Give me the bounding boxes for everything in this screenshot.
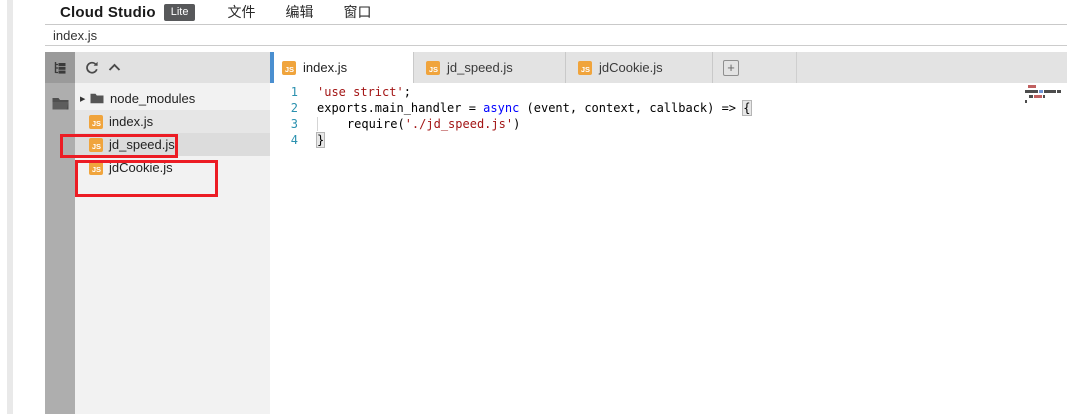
tree-item-label: node_modules bbox=[110, 91, 195, 106]
file-tree: ▶ node_modules JS index.js JS jd_speed.js JS jd… bbox=[75, 87, 270, 179]
lite-badge: Lite bbox=[164, 4, 196, 21]
menu-item-2[interactable]: 窗口 bbox=[343, 2, 371, 22]
folder-icon bbox=[90, 93, 104, 104]
js-file-icon: JS bbox=[578, 61, 592, 75]
tab-label: jdCookie.js bbox=[599, 60, 663, 75]
tab-label: index.js bbox=[303, 60, 347, 75]
breadcrumb-filename: index.js bbox=[53, 28, 97, 43]
js-file-icon: JS bbox=[89, 115, 103, 129]
menu-list: 文件 编辑 窗口 bbox=[227, 2, 401, 22]
code-text: exports.main_handler = async (event, con… bbox=[317, 100, 751, 116]
page-scrollbar[interactable] bbox=[7, 0, 13, 414]
code-text: 'use strict'; bbox=[317, 84, 411, 100]
tab-label: jd_speed.js bbox=[447, 60, 513, 75]
code-content: 1 'use strict'; 2 exports.main_handler = as… bbox=[270, 83, 1067, 148]
app-logo: Cloud Studio bbox=[60, 4, 156, 21]
tree-item-index-js[interactable]: JS index.js bbox=[75, 110, 270, 133]
tree-item-label: index.js bbox=[109, 114, 153, 129]
code-editor[interactable]: 1 'use strict'; 2 exports.main_handler = as… bbox=[270, 83, 1067, 414]
breadcrumb: index.js bbox=[45, 25, 1067, 46]
folder-icon bbox=[52, 97, 69, 110]
js-file-icon: JS bbox=[426, 61, 440, 75]
js-file-icon: JS bbox=[89, 161, 103, 175]
folder-view-button[interactable] bbox=[45, 88, 75, 118]
file-tree-icon bbox=[52, 60, 68, 76]
tab-jdcookie-js[interactable]: JS jdCookie.js bbox=[566, 52, 713, 83]
js-file-icon: JS bbox=[282, 61, 296, 75]
new-tab-plus-icon[interactable]: + bbox=[723, 60, 739, 76]
tab-jd_speed-js[interactable]: JS jd_speed.js bbox=[414, 52, 566, 83]
tree-item-jdcookie-js[interactable]: JS jdCookie.js bbox=[75, 156, 270, 179]
code-line-2[interactable]: 2 exports.main_handler = async (event, co… bbox=[270, 100, 1067, 116]
minimap[interactable] bbox=[1025, 85, 1065, 105]
menubar: Cloud Studio Lite 文件 编辑 窗口 bbox=[45, 0, 1067, 25]
code-line-4[interactable]: 4} bbox=[270, 132, 1067, 148]
line-number: 1 bbox=[270, 84, 298, 100]
line-number: 2 bbox=[270, 100, 298, 116]
activity-bar bbox=[45, 52, 75, 414]
refresh-icon[interactable] bbox=[85, 61, 99, 75]
file-explorer: ▶ node_modules JS index.js JS jd_speed.js JS jd… bbox=[75, 52, 270, 414]
cloud-studio-window: Cloud Studio Lite 文件 编辑 窗口 index.js bbox=[0, 0, 1067, 414]
new-tab-cell: + bbox=[713, 52, 797, 83]
tab-bar: JS index.js JS jd_speed.js JS jdCookie.js + bbox=[270, 52, 1067, 83]
explorer-toolbar bbox=[75, 52, 270, 83]
tree-item-jd_speed-js[interactable]: JS jd_speed.js bbox=[75, 133, 270, 156]
tree-item-label: jd_speed.js bbox=[109, 137, 175, 152]
code-line-1[interactable]: 1 'use strict'; bbox=[270, 84, 1067, 100]
file-tree-view-button[interactable] bbox=[45, 52, 75, 83]
line-number: 4 bbox=[270, 132, 298, 148]
expand-arrow-icon[interactable]: ▶ bbox=[80, 95, 90, 103]
tree-item-label: jdCookie.js bbox=[109, 160, 173, 175]
tab-index-js[interactable]: JS index.js bbox=[270, 52, 414, 83]
menu-item-1[interactable]: 编辑 bbox=[285, 2, 313, 22]
collapse-up-icon[interactable] bbox=[108, 63, 121, 72]
js-file-icon: JS bbox=[89, 138, 103, 152]
code-text: } bbox=[317, 132, 324, 148]
line-number: 3 bbox=[270, 116, 298, 132]
code-text: require('./jd_speed.js') bbox=[317, 116, 520, 132]
code-line-3[interactable]: 3 require('./jd_speed.js') bbox=[270, 116, 1067, 132]
tree-item-node_modules[interactable]: ▶ node_modules bbox=[75, 87, 270, 110]
menu-item-0[interactable]: 文件 bbox=[227, 2, 255, 22]
